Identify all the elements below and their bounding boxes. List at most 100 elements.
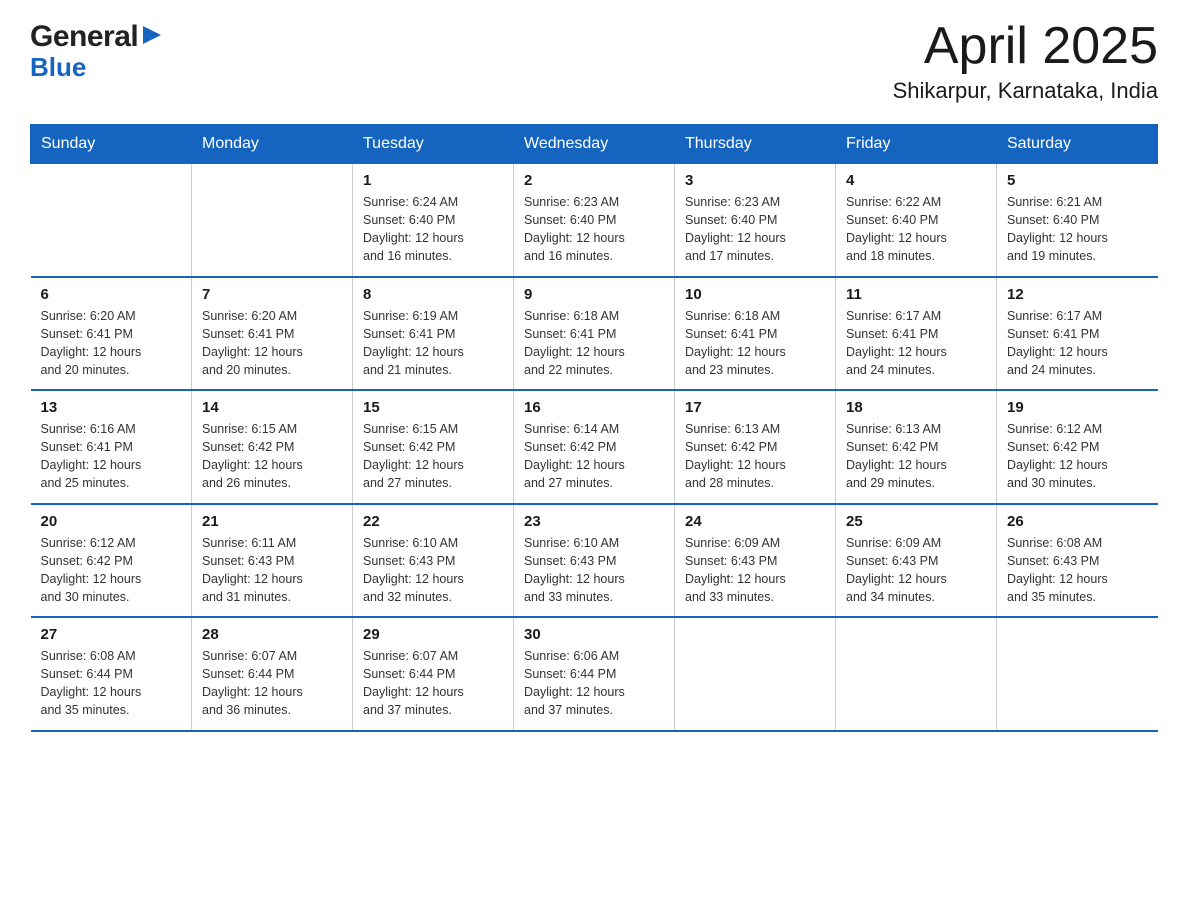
day-of-week-friday: Friday xyxy=(836,125,997,164)
day-info: Sunrise: 6:17 AM Sunset: 6:41 PM Dayligh… xyxy=(1007,307,1148,380)
day-number: 3 xyxy=(685,172,825,189)
logo-blue-text: Blue xyxy=(30,52,86,83)
day-info: Sunrise: 6:14 AM Sunset: 6:42 PM Dayligh… xyxy=(524,420,664,493)
calendar-cell: 29 Sunrise: 6:07 AM Sunset: 6:44 PM Dayli… xyxy=(353,617,514,731)
calendar-cell: 17Sunrise: 6:13 AM Sunset: 6:42 PM Dayli… xyxy=(675,390,836,504)
day-info: Sunrise: 6:09 AM Sunset: 6:43 PM Dayligh… xyxy=(846,534,986,607)
day-of-week-wednesday: Wednesday xyxy=(514,125,675,164)
day-info: Sunrise: 6:20 AM Sunset: 6:41 PM Dayligh… xyxy=(41,307,182,380)
day-of-week-sunday: Sunday xyxy=(31,125,192,164)
calendar-cell: 28Sunrise: 6:07 AM Sunset: 6:44 PM Dayli… xyxy=(192,617,353,731)
day-info: Sunrise: 6:11 AM Sunset: 6:43 PM Dayligh… xyxy=(202,534,342,607)
day-number: 13 xyxy=(41,399,182,416)
day-number: 7 xyxy=(202,286,342,303)
day-number: 10 xyxy=(685,286,825,303)
day-info: Sunrise: 6:13 AM Sunset: 6:42 PM Dayligh… xyxy=(846,420,986,493)
day-number: 12 xyxy=(1007,286,1148,303)
calendar-cell: 21Sunrise: 6:11 AM Sunset: 6:43 PM Dayli… xyxy=(192,504,353,618)
calendar-cell xyxy=(192,164,353,277)
day-number: 6 xyxy=(41,286,182,303)
day-info: Sunrise: 6:10 AM Sunset: 6:43 PM Dayligh… xyxy=(363,534,503,607)
logo-general-text: General xyxy=(30,20,138,54)
day-info: Sunrise: 6:07 AM Sunset: 6:44 PM Dayligh… xyxy=(202,647,342,720)
day-number: 8 xyxy=(363,286,503,303)
day-number: 26 xyxy=(1007,513,1148,530)
day-info: Sunrise: 6:06 AM Sunset: 6:44 PM Dayligh… xyxy=(524,647,664,720)
day-info: Sunrise: 6:09 AM Sunset: 6:43 PM Dayligh… xyxy=(685,534,825,607)
day-number: 16 xyxy=(524,399,664,416)
day-number: 9 xyxy=(524,286,664,303)
calendar-cell: 26 Sunrise: 6:08 AM Sunset: 6:43 PM Dayli… xyxy=(997,504,1158,618)
day-number: 18 xyxy=(846,399,986,416)
day-info: Sunrise: 6:21 AM Sunset: 6:40 PM Dayligh… xyxy=(1007,193,1148,266)
calendar-cell xyxy=(31,164,192,277)
day-number: 5 xyxy=(1007,172,1148,189)
calendar-location: Shikarpur, Karnataka, India xyxy=(893,78,1158,104)
day-of-week-tuesday: Tuesday xyxy=(353,125,514,164)
calendar-cell: 4 Sunrise: 6:22 AM Sunset: 6:40 PM Daylig… xyxy=(836,164,997,277)
day-number: 22 xyxy=(363,513,503,530)
day-info: Sunrise: 6:12 AM Sunset: 6:42 PM Dayligh… xyxy=(41,534,182,607)
day-info: Sunrise: 6:20 AM Sunset: 6:41 PM Dayligh… xyxy=(202,307,342,380)
day-number: 20 xyxy=(41,513,182,530)
day-info: Sunrise: 6:08 AM Sunset: 6:43 PM Dayligh… xyxy=(1007,534,1148,607)
day-number: 24 xyxy=(685,513,825,530)
day-info: Sunrise: 6:19 AM Sunset: 6:41 PM Dayligh… xyxy=(363,307,503,380)
day-info: Sunrise: 6:16 AM Sunset: 6:41 PM Dayligh… xyxy=(41,420,182,493)
day-info: Sunrise: 6:12 AM Sunset: 6:42 PM Dayligh… xyxy=(1007,420,1148,493)
calendar-header-row: SundayMondayTuesdayWednesdayThursdayFrid… xyxy=(31,125,1158,164)
calendar-cell: 6 Sunrise: 6:20 AM Sunset: 6:41 PM Daylig… xyxy=(31,277,192,391)
calendar-cell: 10 Sunrise: 6:18 AM Sunset: 6:41 PM Dayli… xyxy=(675,277,836,391)
page-header: General Blue April 2025 Shikarpur, Karna… xyxy=(30,20,1158,104)
calendar-week-row: 1 Sunrise: 6:24 AM Sunset: 6:40 PM Daylig… xyxy=(31,164,1158,277)
calendar-week-row: 20 Sunrise: 6:12 AM Sunset: 6:42 PM Dayli… xyxy=(31,504,1158,618)
logo: General Blue xyxy=(30,20,163,83)
day-info: Sunrise: 6:15 AM Sunset: 6:42 PM Dayligh… xyxy=(363,420,503,493)
calendar-table: SundayMondayTuesdayWednesdayThursdayFrid… xyxy=(30,124,1158,732)
calendar-cell: 16 Sunrise: 6:14 AM Sunset: 6:42 PM Dayli… xyxy=(514,390,675,504)
calendar-cell xyxy=(836,617,997,731)
calendar-cell xyxy=(997,617,1158,731)
calendar-cell: 13 Sunrise: 6:16 AM Sunset: 6:41 PM Dayli… xyxy=(31,390,192,504)
day-number: 1 xyxy=(363,172,503,189)
calendar-week-row: 27Sunrise: 6:08 AM Sunset: 6:44 PM Dayli… xyxy=(31,617,1158,731)
calendar-cell: 23Sunrise: 6:10 AM Sunset: 6:43 PM Dayli… xyxy=(514,504,675,618)
calendar-cell: 18 Sunrise: 6:13 AM Sunset: 6:42 PM Dayli… xyxy=(836,390,997,504)
calendar-cell: 25Sunrise: 6:09 AM Sunset: 6:43 PM Dayli… xyxy=(836,504,997,618)
calendar-title: April 2025 xyxy=(893,20,1158,72)
day-number: 30 xyxy=(524,626,664,643)
calendar-cell: 20 Sunrise: 6:12 AM Sunset: 6:42 PM Dayli… xyxy=(31,504,192,618)
day-of-week-thursday: Thursday xyxy=(675,125,836,164)
day-number: 19 xyxy=(1007,399,1148,416)
day-number: 15 xyxy=(363,399,503,416)
day-number: 11 xyxy=(846,286,986,303)
day-number: 2 xyxy=(524,172,664,189)
day-number: 4 xyxy=(846,172,986,189)
calendar-cell: 8 Sunrise: 6:19 AM Sunset: 6:41 PM Daylig… xyxy=(353,277,514,391)
calendar-cell: 1 Sunrise: 6:24 AM Sunset: 6:40 PM Daylig… xyxy=(353,164,514,277)
day-info: Sunrise: 6:07 AM Sunset: 6:44 PM Dayligh… xyxy=(363,647,503,720)
day-of-week-monday: Monday xyxy=(192,125,353,164)
calendar-cell: 14 Sunrise: 6:15 AM Sunset: 6:42 PM Dayli… xyxy=(192,390,353,504)
calendar-cell: 7 Sunrise: 6:20 AM Sunset: 6:41 PM Daylig… xyxy=(192,277,353,391)
calendar-cell: 15 Sunrise: 6:15 AM Sunset: 6:42 PM Dayli… xyxy=(353,390,514,504)
title-block: April 2025 Shikarpur, Karnataka, India xyxy=(893,20,1158,104)
day-info: Sunrise: 6:23 AM Sunset: 6:40 PM Dayligh… xyxy=(524,193,664,266)
calendar-cell: 5 Sunrise: 6:21 AM Sunset: 6:40 PM Daylig… xyxy=(997,164,1158,277)
calendar-cell: 30 Sunrise: 6:06 AM Sunset: 6:44 PM Dayli… xyxy=(514,617,675,731)
calendar-cell xyxy=(675,617,836,731)
day-info: Sunrise: 6:18 AM Sunset: 6:41 PM Dayligh… xyxy=(685,307,825,380)
day-info: Sunrise: 6:13 AM Sunset: 6:42 PM Dayligh… xyxy=(685,420,825,493)
day-number: 14 xyxy=(202,399,342,416)
day-number: 29 xyxy=(363,626,503,643)
calendar-cell: 22 Sunrise: 6:10 AM Sunset: 6:43 PM Dayli… xyxy=(353,504,514,618)
day-number: 23 xyxy=(524,513,664,530)
day-of-week-saturday: Saturday xyxy=(997,125,1158,164)
day-info: Sunrise: 6:15 AM Sunset: 6:42 PM Dayligh… xyxy=(202,420,342,493)
day-info: Sunrise: 6:08 AM Sunset: 6:44 PM Dayligh… xyxy=(41,647,182,720)
day-info: Sunrise: 6:24 AM Sunset: 6:40 PM Dayligh… xyxy=(363,193,503,266)
day-info: Sunrise: 6:22 AM Sunset: 6:40 PM Dayligh… xyxy=(846,193,986,266)
calendar-cell: 24 Sunrise: 6:09 AM Sunset: 6:43 PM Dayli… xyxy=(675,504,836,618)
calendar-cell: 2 Sunrise: 6:23 AM Sunset: 6:40 PM Daylig… xyxy=(514,164,675,277)
day-info: Sunrise: 6:18 AM Sunset: 6:41 PM Dayligh… xyxy=(524,307,664,380)
